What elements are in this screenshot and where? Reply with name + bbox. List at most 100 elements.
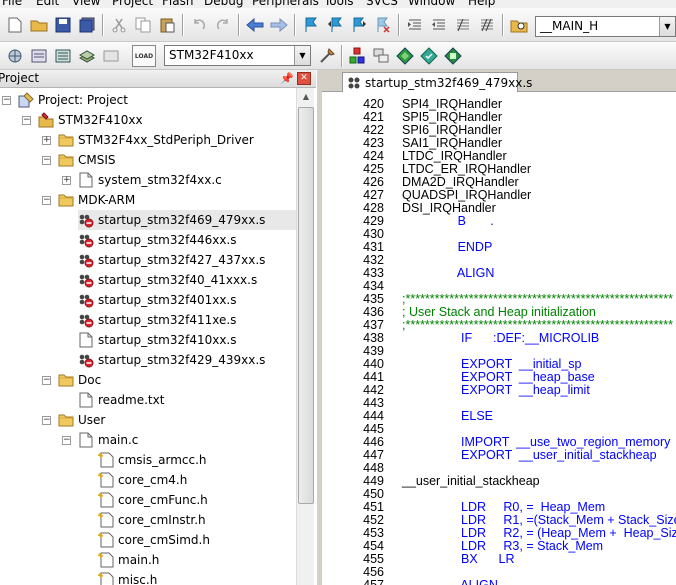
tree-node[interactable]: startup_stm32f429_439xx.s (78, 350, 296, 370)
project-tree[interactable]: − Project: Project − STM32F410xx + STM32F4xx_… (0, 88, 296, 585)
collapse-icon[interactable]: − (2, 95, 11, 105)
tree-node[interactable]: − User (42, 410, 296, 430)
tree-node[interactable]: − Project: Project (2, 90, 296, 110)
scrollbar-thumb[interactable] (298, 107, 314, 504)
tree-node-label: Doc (78, 373, 102, 387)
save-icon[interactable] (52, 14, 74, 36)
bookmark-flag-icon[interactable] (300, 14, 322, 36)
tree-node[interactable]: startup_stm32f401xx.s (78, 290, 296, 310)
build-icon[interactable] (28, 45, 50, 67)
tree-node-label: startup_stm32f411xe.s (98, 313, 237, 327)
tree-node[interactable]: cmsis_armcc.h (98, 450, 296, 470)
tree-node[interactable]: main.h (98, 550, 296, 570)
menu-item[interactable]: SVCS (366, 0, 398, 8)
menu-item[interactable]: File (2, 0, 22, 8)
separator (341, 45, 343, 67)
tree-node[interactable]: core_cmFunc.h (98, 490, 296, 510)
indent-icon[interactable] (404, 14, 426, 36)
paste-icon[interactable] (156, 14, 178, 36)
pin-icon[interactable]: 📌 (280, 72, 294, 85)
define-combo[interactable]: __MAIN_H ▼ (535, 16, 676, 37)
undo-icon[interactable] (188, 14, 210, 36)
chevron-down-icon[interactable]: ▼ (659, 17, 675, 36)
pack-installer-icon[interactable] (418, 45, 440, 67)
target-options-icon[interactable] (316, 45, 338, 67)
tree-node[interactable]: startup_stm32f446xx.s (78, 230, 296, 250)
save-all-icon[interactable] (76, 14, 98, 36)
text-file-icon (78, 392, 94, 408)
collapse-icon[interactable]: − (42, 415, 51, 425)
file-extensions-icon[interactable] (370, 45, 392, 67)
manage-components-icon[interactable] (346, 45, 368, 67)
tree-node[interactable]: core_cmSimd.h (98, 530, 296, 550)
download-button[interactable]: LOAD (132, 45, 156, 67)
cut-icon[interactable] (108, 14, 130, 36)
collapse-icon[interactable]: − (42, 375, 51, 385)
navigate-back-icon[interactable] (244, 14, 266, 36)
rebuild-icon[interactable] (52, 45, 74, 67)
tree-node[interactable]: startup_stm32f469_479xx.s (78, 210, 296, 230)
navigate-forward-icon[interactable] (268, 14, 290, 36)
target-select[interactable]: STM32F410xx ▼ (164, 45, 311, 66)
clear-bookmarks-icon[interactable] (372, 14, 394, 36)
menu-item[interactable]: Help (468, 0, 495, 8)
select-packs-icon[interactable] (394, 45, 416, 67)
menu-item[interactable]: Tools (324, 0, 354, 8)
menu-item[interactable]: Peripherals (252, 0, 319, 8)
menu-item[interactable]: Edit (36, 0, 59, 8)
collapse-icon[interactable]: − (62, 435, 71, 445)
tree-node[interactable]: misc.h (98, 570, 296, 585)
menu-item[interactable]: View (72, 0, 100, 8)
collapse-icon[interactable]: − (22, 115, 31, 125)
new-file-icon[interactable] (4, 14, 26, 36)
tree-node-label: main.c (98, 433, 139, 447)
code-line[interactable]: 457 ALIGN (322, 579, 676, 585)
expand-icon[interactable]: + (62, 175, 71, 185)
code-editor[interactable]: 420 SPI4_IRQHandler 421 SPI5_IRQHandler 422 S… (322, 92, 676, 585)
run-time-environment-icon[interactable] (442, 45, 464, 67)
batch-build-icon[interactable] (76, 45, 98, 67)
tree-node[interactable]: core_cmInstr.h (98, 510, 296, 530)
tree-node[interactable]: − STM32F410xx (22, 110, 296, 130)
tree-node[interactable]: − main.c (62, 430, 296, 450)
tree-node[interactable]: − CMSIS (42, 150, 296, 170)
tree-node-label: core_cm4.h (118, 473, 188, 487)
collapse-icon[interactable]: − (42, 195, 51, 205)
menu-item[interactable]: Flash (162, 0, 193, 8)
uncomment-icon[interactable] (476, 14, 498, 36)
tree-node[interactable]: + STM32F4xx_StdPeriph_Driver (42, 130, 296, 150)
tree-node[interactable]: readme.txt (78, 390, 296, 410)
asm-file-excluded-icon (78, 212, 94, 228)
editor-tab[interactable]: startup_stm32f469_479xx.s (342, 72, 532, 93)
comment-icon[interactable] (452, 14, 474, 36)
find-in-files-icon[interactable] (508, 14, 530, 36)
chevron-down-icon[interactable]: ▼ (294, 46, 310, 65)
tree-node[interactable]: − Doc (42, 370, 296, 390)
menu-item[interactable]: Debug (204, 0, 243, 8)
copy-icon[interactable] (132, 14, 154, 36)
tree-node[interactable]: startup_stm32f40_41xxx.s (78, 270, 296, 290)
translate-icon[interactable] (4, 45, 26, 67)
redo-icon[interactable] (212, 14, 234, 36)
tree-node[interactable]: core_cm4.h (98, 470, 296, 490)
tree-node[interactable]: − MDK-ARM (42, 190, 296, 210)
scroll-up-icon[interactable]: ▲ (298, 88, 314, 105)
expand-icon[interactable]: + (42, 135, 51, 145)
next-bookmark-icon[interactable] (348, 14, 370, 36)
project-tree-scrollbar[interactable]: ▲ (296, 88, 314, 585)
build-toolbar: LOAD STM32F410xx ▼ (0, 42, 676, 70)
tree-node[interactable]: startup_stm32f411xe.s (78, 310, 296, 330)
tree-node-label: startup_stm32f429_439xx.s (98, 353, 266, 367)
tree-node[interactable]: + system_stm32f4xx.c (62, 170, 296, 190)
menu-item[interactable]: Project (112, 0, 153, 8)
unindent-icon[interactable] (428, 14, 450, 36)
menu-item[interactable]: Window (408, 0, 455, 8)
tree-node[interactable]: startup_stm32f427_437xx.s (78, 250, 296, 270)
tree-node-label: core_cmSimd.h (118, 533, 210, 547)
collapse-icon[interactable]: − (42, 155, 51, 165)
open-folder-icon[interactable] (28, 14, 50, 36)
close-icon[interactable]: ✕ (297, 72, 311, 85)
stop-build-icon[interactable] (100, 45, 122, 67)
tree-node[interactable]: startup_stm32f410xx.s (78, 330, 296, 350)
prev-bookmark-icon[interactable] (324, 14, 346, 36)
